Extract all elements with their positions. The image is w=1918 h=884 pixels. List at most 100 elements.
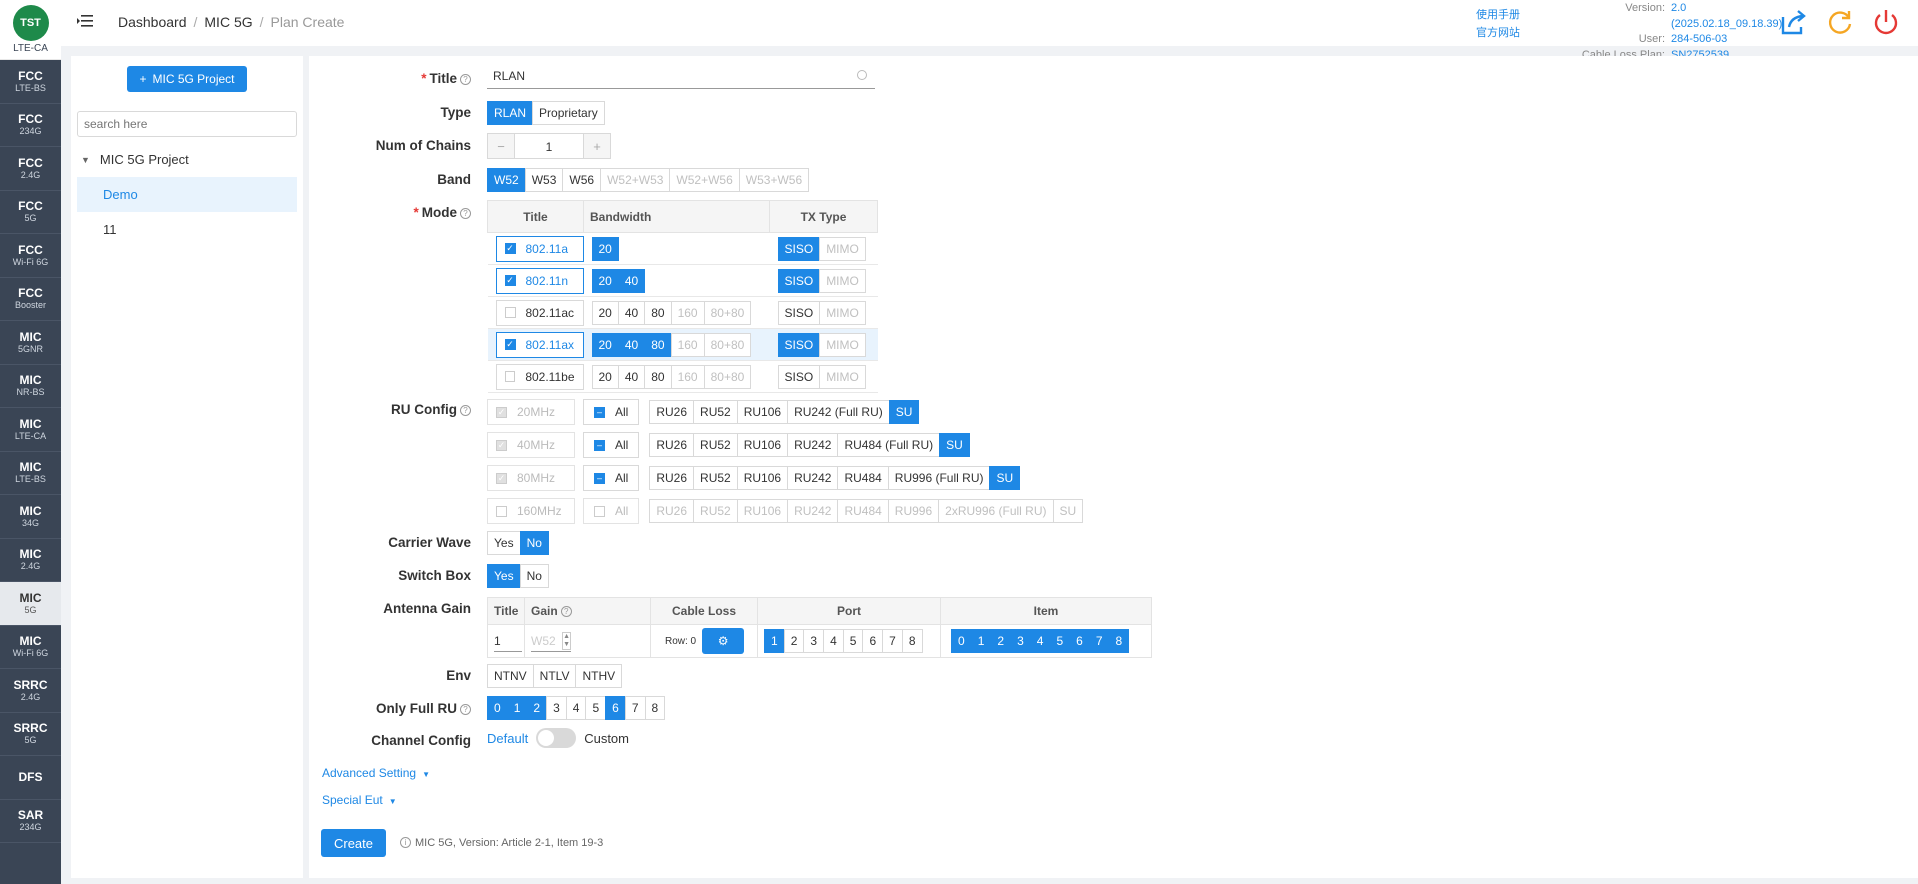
band-option-3[interactable]: W52+W53 [600, 168, 671, 192]
ru-option[interactable]: RU106 [736, 400, 789, 424]
full-ru-option-3[interactable]: 3 [546, 696, 567, 720]
nav-item-6[interactable]: MIC 5GNR [0, 321, 61, 365]
ru-su-option[interactable]: SU [989, 466, 1021, 490]
ru-option[interactable]: RU52 [693, 466, 738, 490]
ru-option[interactable]: RU242 [787, 433, 839, 457]
mode-checkbox[interactable]: ✓ 802.11ax [495, 331, 584, 358]
full-ru-option-5[interactable]: 5 [585, 696, 607, 720]
full-ru-option-2[interactable]: 2 [526, 696, 548, 720]
ru-option[interactable]: RU26 [649, 466, 695, 490]
refresh-icon[interactable] [1825, 7, 1855, 37]
port-option-5[interactable]: 5 [842, 629, 864, 653]
item-option-5[interactable]: 5 [1049, 629, 1071, 653]
bandwidth-option[interactable]: 160 [670, 332, 705, 357]
tx-type-option[interactable]: MIMO [819, 236, 866, 261]
item-option-0[interactable]: 0 [951, 629, 972, 653]
breadcrumb-dashboard[interactable]: Dashboard [118, 14, 187, 30]
minus-icon[interactable]: − [488, 134, 514, 158]
ru-all-checkbox[interactable]: – All [583, 399, 640, 425]
plus-icon[interactable]: + [584, 134, 610, 158]
antenna-title-input[interactable]: 1 [494, 630, 522, 652]
ru-option[interactable]: RU484 (Full RU) [837, 433, 941, 457]
switch-box-no[interactable]: No [519, 564, 549, 588]
item-option-4[interactable]: 4 [1029, 629, 1051, 653]
nav-item-13[interactable]: MIC Wi-Fi 6G [0, 626, 61, 669]
full-ru-option-0[interactable]: 0 [487, 696, 508, 720]
tx-type-option[interactable]: MIMO [819, 268, 866, 293]
nav-item-2[interactable]: FCC 2.4G [0, 147, 61, 191]
mode-checkbox[interactable]: 802.11be [495, 363, 584, 390]
switch-box-yes[interactable]: Yes [487, 564, 521, 588]
ru-option[interactable]: RU26 [649, 400, 695, 424]
breadcrumb-mic5g[interactable]: MIC 5G [204, 14, 252, 30]
nav-item-15[interactable]: SRRC 5G [0, 713, 61, 756]
carrier-wave-no[interactable]: No [519, 531, 549, 555]
nav-item-16[interactable]: DFS [0, 756, 61, 800]
item-option-8[interactable]: 8 [1108, 629, 1130, 653]
item-option-6[interactable]: 6 [1069, 629, 1090, 653]
nav-item-3[interactable]: FCC 5G [0, 191, 61, 234]
website-link[interactable]: 官方网站 [1476, 24, 1520, 42]
tx-type-option[interactable]: MIMO [819, 300, 866, 325]
bandwidth-option[interactable]: 40 [617, 268, 646, 293]
band-option-2[interactable]: W56 [562, 168, 602, 192]
antenna-gain-input[interactable]: W52 ▲ ▼ [531, 630, 571, 652]
bandwidth-option[interactable]: 20 [591, 364, 619, 389]
ru-su-option[interactable]: SU [939, 433, 970, 457]
channel-custom[interactable]: Custom [584, 731, 629, 746]
nav-item-10[interactable]: MIC 34G [0, 495, 61, 539]
bandwidth-option[interactable]: 40 [617, 300, 646, 325]
tree-root[interactable]: ▼ MIC 5G Project [81, 152, 189, 167]
tx-type-option[interactable]: SISO [777, 236, 821, 261]
bandwidth-option[interactable]: 80 [644, 364, 672, 389]
add-project-button[interactable]: + MIC 5G Project [127, 66, 247, 92]
tx-type-option[interactable]: SISO [777, 364, 821, 389]
env-ntnv[interactable]: NTNV [487, 664, 534, 688]
nav-item-12[interactable]: MIC 5G [0, 582, 61, 626]
special-eut-link[interactable]: Special Eut ▼ [322, 793, 397, 807]
power-icon[interactable] [1871, 7, 1901, 37]
tx-type-option[interactable]: SISO [777, 300, 821, 325]
create-button[interactable]: Create [321, 829, 386, 857]
nav-item-1[interactable]: FCC 234G [0, 104, 61, 147]
port-option-7[interactable]: 7 [882, 629, 903, 653]
port-option-3[interactable]: 3 [803, 629, 825, 653]
clear-icon[interactable] [857, 70, 867, 80]
tx-type-option[interactable]: MIMO [819, 332, 866, 357]
channel-default[interactable]: Default [487, 731, 528, 746]
port-option-6[interactable]: 6 [862, 629, 884, 653]
advanced-setting-link[interactable]: Advanced Setting ▼ [322, 766, 430, 780]
bandwidth-option[interactable]: 80+80 [703, 364, 752, 389]
carrier-wave-yes[interactable]: Yes [487, 531, 521, 555]
bandwidth-option[interactable]: 80+80 [703, 332, 752, 357]
env-nthv[interactable]: NTHV [575, 664, 623, 688]
full-ru-option-8[interactable]: 8 [644, 696, 666, 720]
tx-type-option[interactable]: SISO [777, 268, 821, 293]
ru-option[interactable]: RU484 [837, 466, 889, 490]
ru-option[interactable]: RU242 (Full RU) [787, 400, 890, 424]
nav-item-9[interactable]: MIC LTE-BS [0, 452, 61, 495]
tx-type-option[interactable]: MIMO [819, 364, 866, 389]
full-ru-option-4[interactable]: 4 [565, 696, 587, 720]
gear-icon[interactable]: ⚙ [702, 628, 745, 654]
item-option-1[interactable]: 1 [970, 629, 992, 653]
nav-item-7[interactable]: MIC NR-BS [0, 365, 61, 408]
full-ru-option-6[interactable]: 6 [605, 696, 626, 720]
tx-type-option[interactable]: SISO [777, 332, 821, 357]
ru-su-option[interactable]: SU [888, 400, 920, 424]
item-option-7[interactable]: 7 [1088, 629, 1110, 653]
bandwidth-option[interactable]: 80 [644, 300, 672, 325]
bandwidth-option[interactable]: 160 [670, 300, 705, 325]
bandwidth-option[interactable]: 40 [617, 364, 646, 389]
bandwidth-option[interactable]: 20 [591, 332, 619, 357]
title-input[interactable]: RLAN [487, 63, 875, 89]
menu-fold-icon[interactable] [77, 14, 93, 28]
nav-item-14[interactable]: SRRC 2.4G [0, 669, 61, 713]
ru-option[interactable]: RU242 [787, 466, 839, 490]
bandwidth-option[interactable]: 160 [670, 364, 705, 389]
nav-item-5[interactable]: FCC Booster [0, 278, 61, 321]
ru-all-checkbox[interactable]: – All [583, 432, 640, 458]
tree-item-11[interactable]: 11 [77, 212, 297, 247]
nav-item-11[interactable]: MIC 2.4G [0, 539, 61, 582]
ru-option[interactable]: RU106 [736, 433, 789, 457]
